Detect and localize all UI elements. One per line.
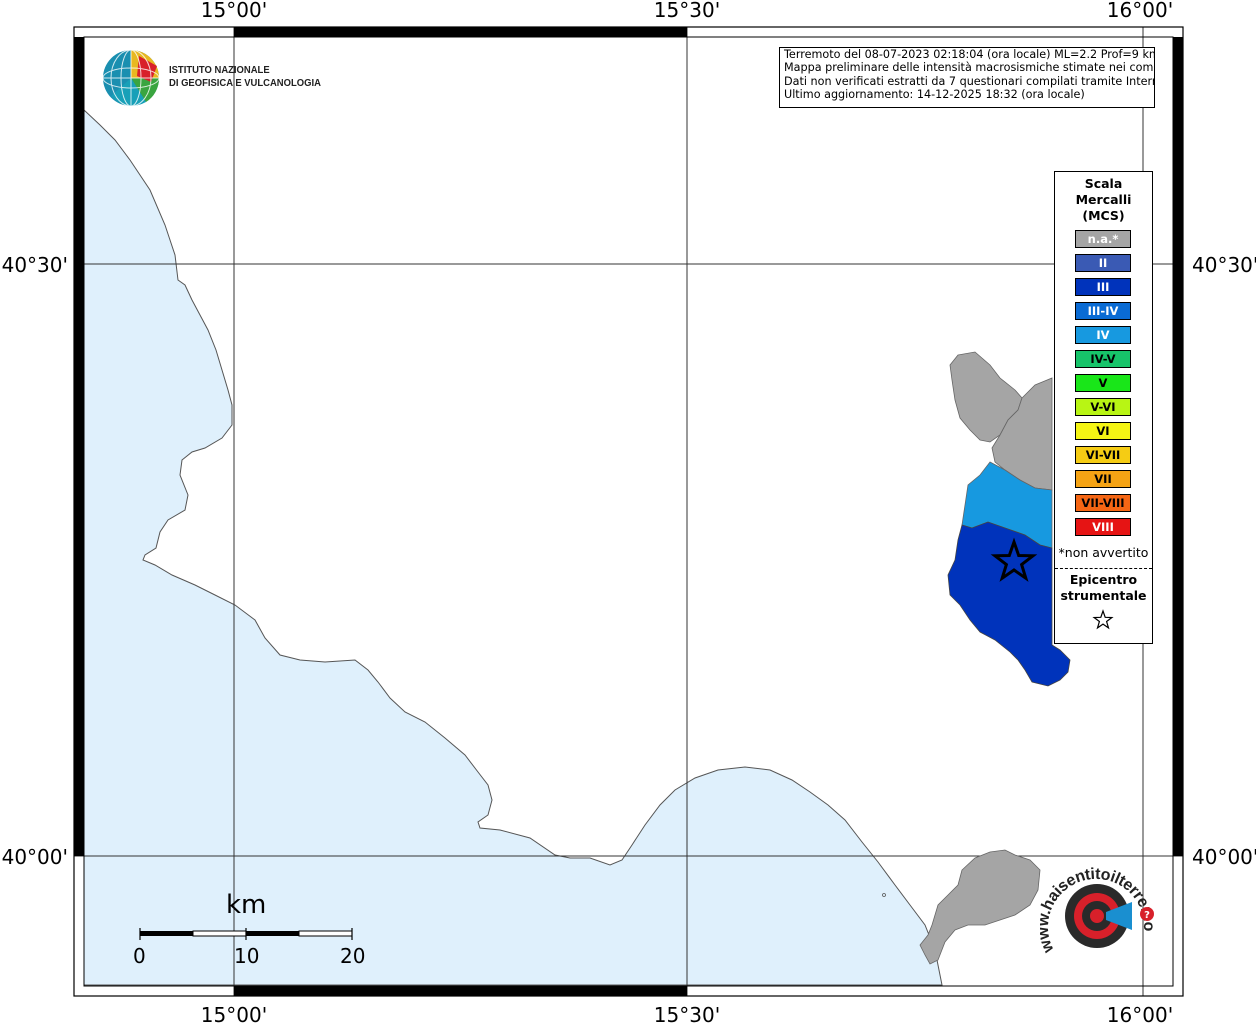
legend-title-line1: Scala xyxy=(1084,176,1123,191)
legend-swatch: II xyxy=(1075,254,1131,272)
bottom-tick-1: 15°00' xyxy=(201,1003,267,1024)
legend-epicenter-line2: strumentale xyxy=(1060,588,1147,603)
ingv-logo-text: ISTITUTO NAZIONALE DI GEOFISICA E VULCAN… xyxy=(169,64,321,90)
legend-swatch: VI-VII xyxy=(1075,446,1131,464)
legend-epicenter-label: Epicentro strumentale xyxy=(1055,572,1152,604)
left-tick-2: 40°00' xyxy=(2,845,68,869)
top-tick-2: 15°30' xyxy=(654,0,720,22)
event-info-line1: Terremoto del 08-07-2023 02:18:04 (ora l… xyxy=(784,48,1155,61)
scale-label-20: 20 xyxy=(340,944,366,968)
event-info-box: Terremoto del 08-07-2023 02:18:04 (ora l… xyxy=(779,47,1155,108)
svg-text:?: ? xyxy=(1144,910,1150,921)
legend-title-line3: (MCS) xyxy=(1082,208,1125,223)
legend-note: *non avvertito xyxy=(1058,545,1149,560)
legend-swatch: n.a.* xyxy=(1075,230,1131,248)
event-info-line3: Dati non verificati estratti da 7 questi… xyxy=(784,74,1155,88)
legend-swatch: VIII xyxy=(1075,518,1131,536)
legend-swatch: V xyxy=(1075,374,1131,392)
scale-unit: km xyxy=(226,890,267,920)
ingv-logo-line2: DI GEOFISICA E VULCANOLOGIA xyxy=(169,77,321,89)
legend-swatch: V-VI xyxy=(1075,398,1131,416)
mcs-legend: Scala Mercalli (MCS) n.a.* II III III-IV IV I… xyxy=(1054,171,1153,644)
legend-swatch: IV xyxy=(1075,326,1131,344)
legend-title: Scala Mercalli (MCS) xyxy=(1055,176,1152,224)
bottom-tick-2: 15°30' xyxy=(654,1003,720,1024)
legend-title-line2: Mercalli xyxy=(1075,192,1132,207)
legend-swatch: IV-V xyxy=(1075,350,1131,368)
scale-label-0: 0 xyxy=(133,944,146,968)
ingv-logo-line1: ISTITUTO NAZIONALE xyxy=(169,64,270,76)
top-tick-1: 15°00' xyxy=(201,0,267,22)
legend-swatch: III xyxy=(1075,278,1131,296)
haisentito-logo: www.haisentitoilterremoto.it ? xyxy=(1040,850,1157,956)
legend-star-icon xyxy=(1092,609,1114,630)
bottom-tick-3: 16°00' xyxy=(1107,1003,1173,1024)
right-tick-2: 40°00' xyxy=(1192,845,1256,869)
left-tick-1: 40°30' xyxy=(2,253,68,277)
scale-label-10: 10 xyxy=(234,944,260,968)
event-info-line4: Ultimo aggiornamento: 14-12-2025 18:32 (… xyxy=(784,88,1085,102)
legend-swatch: VII xyxy=(1075,470,1131,488)
legend-swatch: III-IV xyxy=(1075,302,1131,320)
ingv-globe-icon xyxy=(102,49,160,107)
right-tick-1: 40°30' xyxy=(1192,253,1256,277)
top-tick-3: 16°00' xyxy=(1107,0,1173,22)
legend-epicenter-line1: Epicentro xyxy=(1069,572,1138,587)
legend-swatch: VI xyxy=(1075,422,1131,440)
legend-swatch: VII-VIII xyxy=(1075,494,1131,512)
legend-separator xyxy=(1055,568,1152,569)
event-info-line2: Mappa preliminare delle intensità macros… xyxy=(784,61,1155,75)
